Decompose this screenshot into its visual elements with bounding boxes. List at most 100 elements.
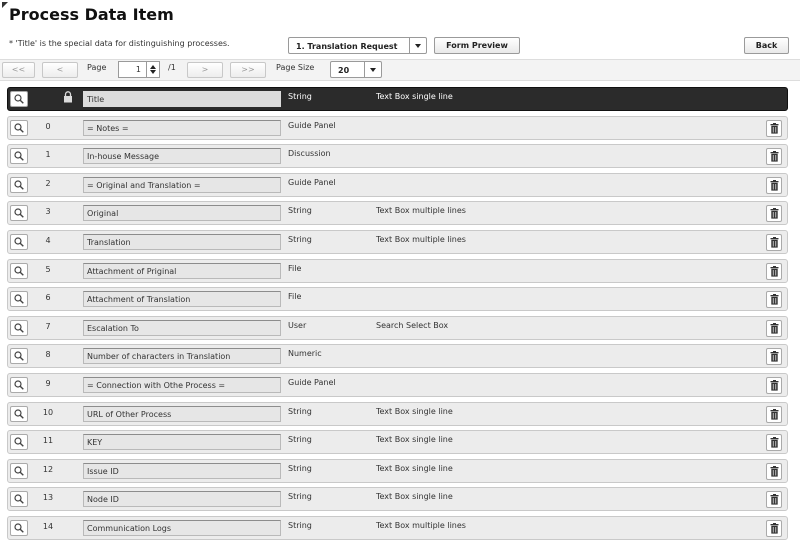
trash-icon[interactable] <box>766 434 782 452</box>
data-item-row[interactable]: 10 URL of Other Process String Text Box sin… <box>7 401 788 426</box>
item-control-type: Text Box single line <box>376 435 453 445</box>
last-page-button[interactable]: >> <box>230 62 266 78</box>
lock-icon <box>63 91 73 106</box>
trash-icon[interactable] <box>766 176 782 194</box>
title-row[interactable]: Title String Text Box single line <box>7 87 788 111</box>
data-item-row[interactable]: 1 In-house Message Discussion <box>7 144 788 169</box>
item-name-field[interactable]: Escalation To <box>83 319 281 336</box>
trash-icon[interactable] <box>766 520 782 537</box>
item-name-field[interactable]: KEY <box>83 434 281 451</box>
magnifier-icon[interactable] <box>10 119 28 136</box>
item-data-type: Guide Panel <box>288 378 336 387</box>
magnifier-icon[interactable] <box>10 491 28 508</box>
prev-page-button[interactable]: < <box>42 62 78 78</box>
item-name-field[interactable]: Translation <box>83 234 281 250</box>
item-name-field[interactable]: Attachment of Translation <box>83 291 281 308</box>
item-name-field[interactable]: Node ID <box>83 491 281 508</box>
item-name-field[interactable]: Communication Logs <box>83 520 281 536</box>
trash-icon[interactable] <box>766 319 782 337</box>
item-name-field[interactable]: Number of characters in Translation <box>83 348 281 365</box>
item-data-type: String <box>288 235 312 244</box>
magnifier-icon[interactable] <box>10 348 28 365</box>
data-item-row[interactable]: 4 Translation String Text Box multiple line… <box>7 230 788 254</box>
data-item-row[interactable]: 12 Issue ID String Text Box single line <box>7 458 788 483</box>
item-control-type: Text Box multiple lines <box>376 206 466 216</box>
trash-icon[interactable] <box>766 148 782 166</box>
trash-icon[interactable] <box>766 348 782 366</box>
item-name-field[interactable]: = Original and Translation = <box>83 176 281 193</box>
item-name-field[interactable]: URL of Other Process <box>83 405 281 422</box>
data-item-row[interactable]: 14 Communication Logs String Text Box multi… <box>7 516 788 540</box>
data-item-row[interactable]: 3 Original String Text Box multiple lines <box>7 201 788 226</box>
next-page-button[interactable]: > <box>187 62 223 78</box>
item-index: 6 <box>45 293 51 303</box>
magnifier-icon[interactable] <box>10 262 28 279</box>
magnifier-icon[interactable] <box>10 205 28 222</box>
magnifier-icon[interactable] <box>10 520 28 536</box>
first-page-button[interactable]: << <box>2 62 35 78</box>
data-item-row[interactable]: 2 = Original and Translation = Guide Panel <box>7 172 788 197</box>
magnifier-icon[interactable] <box>10 377 28 393</box>
page-title: Process Data Item <box>9 5 174 24</box>
trash-icon[interactable] <box>766 234 782 251</box>
item-index: 10 <box>42 407 54 417</box>
trash-icon[interactable] <box>766 205 782 223</box>
item-name-field[interactable]: Attachment of Priginal <box>83 262 281 279</box>
spin-down-icon[interactable] <box>150 70 156 74</box>
data-item-row[interactable]: 11 KEY String Text Box single line <box>7 430 788 455</box>
trash-icon[interactable] <box>766 119 782 137</box>
magnifier-icon[interactable] <box>10 319 28 336</box>
item-index: 8 <box>45 350 51 360</box>
data-item-row[interactable]: 9 = Connection with Othe Process = Guide P… <box>7 373 788 397</box>
item-index: 1 <box>45 150 51 160</box>
spin-up-icon[interactable] <box>150 65 156 69</box>
magnifier-icon[interactable] <box>10 176 28 193</box>
magnifier-icon[interactable] <box>10 291 28 308</box>
item-index: 12 <box>42 464 54 474</box>
data-item-row[interactable]: 5 Attachment of Priginal File <box>7 258 788 283</box>
trash-icon[interactable] <box>766 262 782 280</box>
chevron-down-icon <box>409 38 426 53</box>
magnifier-icon[interactable] <box>10 405 28 422</box>
spin-buttons[interactable] <box>146 62 159 77</box>
trash-icon[interactable] <box>766 405 782 423</box>
page-size-select[interactable]: 20 <box>330 61 382 78</box>
data-item-row[interactable]: 7 Escalation To User Search Select Box <box>7 315 788 340</box>
item-control-type: Text Box multiple lines <box>376 235 466 244</box>
item-name-field[interactable]: Issue ID <box>83 462 281 479</box>
item-data-type: File <box>288 292 302 302</box>
item-name-field[interactable]: In-house Message <box>83 148 281 165</box>
item-data-type: File <box>288 263 302 273</box>
item-control-type: Text Box single line <box>376 92 453 101</box>
item-name-field[interactable]: Original <box>83 205 281 222</box>
item-name-field[interactable]: = Connection with Othe Process = <box>83 377 281 393</box>
data-item-row[interactable]: 8 Number of characters in Translation Nume… <box>7 344 788 369</box>
form-preview-button[interactable]: Form Preview <box>434 37 520 54</box>
data-item-row[interactable]: 13 Node ID String Text Box single line <box>7 487 788 512</box>
trash-icon[interactable] <box>766 491 782 509</box>
chevron-down-icon <box>364 62 381 77</box>
trash-icon[interactable] <box>766 291 782 309</box>
back-button[interactable]: Back <box>744 37 789 54</box>
data-item-row[interactable]: 0 = Notes = Guide Panel <box>7 115 788 140</box>
magnifier-icon[interactable] <box>10 462 28 479</box>
corner-marker <box>2 2 8 8</box>
item-index: 9 <box>45 379 51 388</box>
magnifier-icon[interactable] <box>10 434 28 451</box>
trash-icon[interactable] <box>766 377 782 394</box>
trash-icon[interactable] <box>766 462 782 480</box>
item-data-type: Numeric <box>288 349 322 359</box>
item-index: 7 <box>45 321 51 331</box>
data-item-row[interactable]: 6 Attachment of Translation File <box>7 287 788 312</box>
item-name-field[interactable]: = Notes = <box>83 119 281 136</box>
page-number-stepper[interactable]: 1 <box>118 61 160 78</box>
magnifier-icon[interactable] <box>10 234 28 250</box>
item-control-type: Text Box multiple lines <box>376 521 466 530</box>
magnifier-icon[interactable] <box>10 91 28 107</box>
page-label: Page <box>87 63 107 72</box>
item-index: 4 <box>45 236 51 245</box>
item-name-field[interactable]: Title <box>83 91 281 107</box>
process-select[interactable]: 1. Translation Request <box>288 37 427 54</box>
item-data-type: String <box>288 463 312 473</box>
magnifier-icon[interactable] <box>10 148 28 165</box>
